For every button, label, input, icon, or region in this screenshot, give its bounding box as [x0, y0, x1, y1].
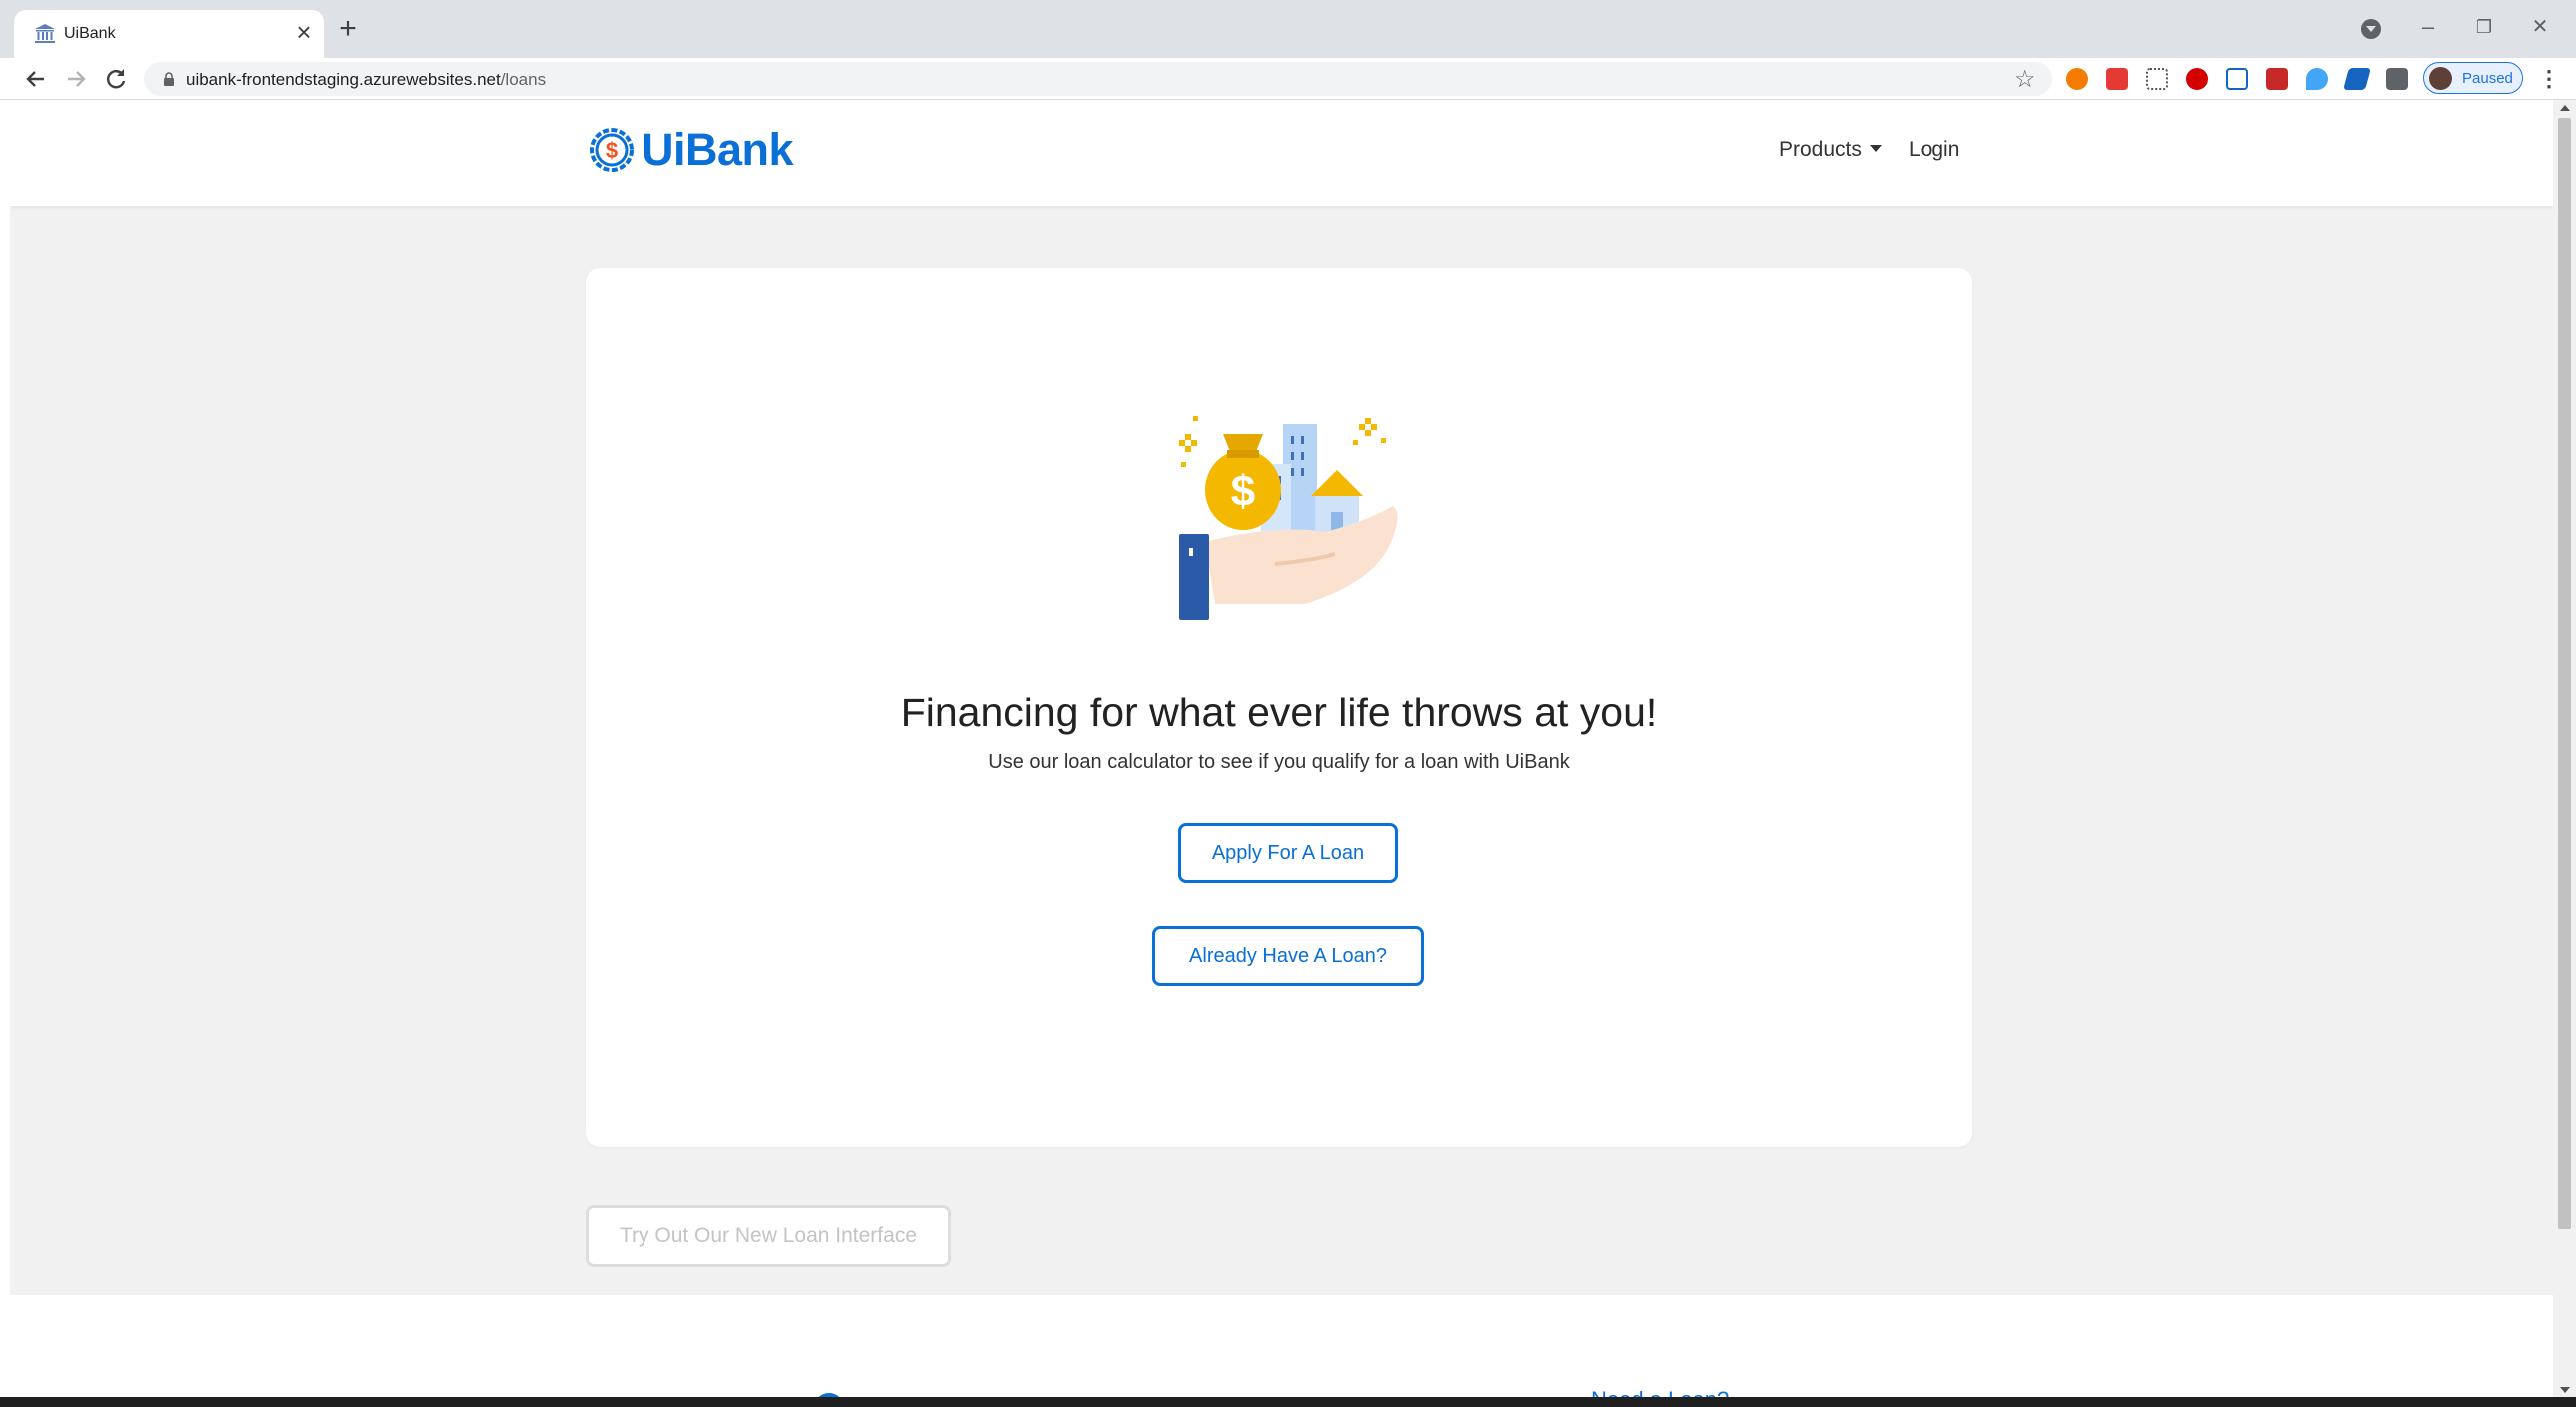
- profile-status: Paused: [2462, 70, 2513, 87]
- ext-red-icon[interactable]: [2266, 68, 2288, 90]
- reload-icon[interactable]: [100, 63, 132, 95]
- forward-arrow-icon[interactable]: [60, 63, 92, 95]
- ext-grid-icon[interactable]: [2146, 68, 2168, 90]
- site-footer: Need a Loan?: [10, 1295, 2553, 1399]
- scroll-down-arrow-icon[interactable]: [2560, 1387, 2570, 1393]
- ext-arrow-icon[interactable]: [2343, 68, 2371, 90]
- bank-icon: [35, 24, 55, 43]
- main-content: $ Financing for what ever life throws at…: [10, 206, 2553, 1295]
- browser-toolbar: uibank-frontendstaging.azurewebsites.net…: [0, 58, 2576, 100]
- loan-card: $ Financing for what ever life throws at…: [586, 268, 1972, 1147]
- brand-name: UiBank: [642, 124, 794, 175]
- tab-title: UiBank: [64, 25, 116, 42]
- apply-for-loan-button[interactable]: Apply For A Loan: [1178, 823, 1398, 883]
- close-tab-icon[interactable]: ×: [290, 18, 318, 46]
- extensions-puzzle-icon[interactable]: [2386, 68, 2408, 90]
- url-path: /loans: [500, 70, 547, 89]
- login-link[interactable]: Login: [1909, 138, 1959, 162]
- profile-button[interactable]: Paused: [2423, 62, 2523, 94]
- ext-uipath-icon[interactable]: [2226, 68, 2248, 90]
- os-taskbar: [0, 1397, 2576, 1407]
- new-tab-button[interactable]: +: [334, 14, 362, 44]
- caret-down-icon: [1869, 145, 1882, 152]
- page-subheadline: Use our loan calculator to see if you qu…: [988, 751, 1570, 773]
- already-have-loan-button[interactable]: Already Have A Loan?: [1152, 926, 1424, 986]
- browser-tab[interactable]: UiBank ×: [14, 10, 324, 58]
- products-dropdown[interactable]: Products: [1779, 138, 1882, 162]
- restore-button[interactable]: ❐: [2464, 12, 2504, 42]
- dollar-badge-icon: $: [590, 128, 634, 172]
- ext-pocket-icon[interactable]: [2106, 68, 2128, 90]
- page-scrollbar[interactable]: [2553, 100, 2576, 1399]
- back-arrow-icon[interactable]: [20, 63, 52, 95]
- ext-shield-icon[interactable]: [2186, 68, 2208, 90]
- money-hand-illustration: $: [1179, 416, 1398, 620]
- site-navbar: $ UiBank Products Login: [10, 100, 2553, 206]
- close-window-button[interactable]: ✕: [2520, 12, 2560, 42]
- star-icon[interactable]: ☆: [2014, 65, 2036, 94]
- browser-menu-icon[interactable]: ⋮: [2538, 64, 2560, 94]
- scrollbar-thumb[interactable]: [2558, 118, 2571, 1229]
- url-text: uibank-frontendstaging.azurewebsites.net…: [186, 70, 546, 90]
- address-bar[interactable]: uibank-frontendstaging.azurewebsites.net…: [144, 62, 2052, 96]
- svg-text:$: $: [1231, 467, 1255, 516]
- ext-drop-icon[interactable]: [2306, 68, 2328, 90]
- scroll-up-arrow-icon[interactable]: [2560, 105, 2570, 111]
- lock-icon: [164, 72, 174, 86]
- try-new-loan-interface-button[interactable]: Try Out Our New Loan Interface: [586, 1205, 951, 1267]
- page-viewport: $ UiBank Products Login $ Financing for …: [10, 100, 2553, 1399]
- products-label: Products: [1779, 138, 1862, 161]
- page-headline: Financing for what ever life throws at y…: [900, 690, 1658, 735]
- svg-text:$: $: [606, 138, 618, 163]
- minimize-button[interactable]: –: [2408, 12, 2448, 42]
- ext-orange-icon[interactable]: [2066, 68, 2088, 90]
- url-host: uibank-frontendstaging.azurewebsites.net: [186, 70, 501, 89]
- tab-search-icon[interactable]: [2361, 19, 2381, 39]
- avatar: [2429, 67, 2452, 90]
- browser-tab-strip: UiBank × + – ❐ ✕: [0, 0, 2576, 58]
